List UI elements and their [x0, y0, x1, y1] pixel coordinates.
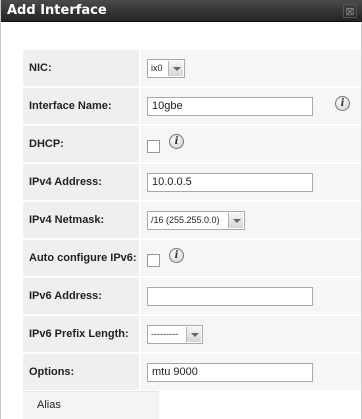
info-icon[interactable]: i	[169, 248, 184, 263]
ipv4-netmask-label: IPv4 Netmask:	[23, 202, 139, 238]
ipv4-address-label: IPv4 Address:	[23, 164, 139, 200]
options-input[interactable]: mtu 9000	[147, 363, 313, 382]
interface-name-label: Interface Name:	[23, 88, 139, 124]
row-ipv6-prefix: IPv6 Prefix Length: ---------	[23, 316, 361, 352]
dhcp-label: DHCP:	[23, 126, 139, 162]
ipv4-netmask-select[interactable]: /16 (255.255.0.0)	[147, 211, 245, 230]
tab-alias[interactable]: Alias	[23, 391, 159, 419]
ipv6-prefix-value-cell: ---------	[141, 316, 361, 352]
row-auto-ipv6: Auto configure IPv6: i	[23, 240, 361, 276]
info-icon[interactable]: i	[169, 134, 184, 149]
add-interface-dialog: Add Interface ⊠ NIC: ix0 Interface Name:…	[0, 0, 362, 419]
chevron-down-icon	[168, 61, 183, 76]
row-options: Options: mtu 9000	[23, 354, 361, 390]
nic-value-cell: ix0	[141, 50, 361, 86]
interface-name-value-cell: 10gbe	[141, 88, 361, 124]
dialog-title: Add Interface	[7, 3, 107, 18]
ipv6-prefix-label: IPv6 Prefix Length:	[23, 316, 139, 352]
auto-ipv6-checkbox[interactable]	[147, 254, 160, 267]
row-dhcp: DHCP: i	[23, 126, 361, 162]
ipv6-address-label: IPv6 Address:	[23, 278, 139, 314]
options-label: Options:	[23, 354, 139, 390]
options-value-cell: mtu 9000	[141, 354, 361, 390]
row-interface-name: Interface Name: 10gbe	[23, 88, 361, 124]
dialog-titlebar[interactable]: Add Interface ⊠	[1, 0, 362, 22]
row-ipv4-netmask: IPv4 Netmask: /16 (255.255.0.0)	[23, 202, 361, 238]
interface-name-input[interactable]: 10gbe	[147, 97, 313, 116]
ipv4-netmask-value-cell: /16 (255.255.0.0)	[141, 202, 361, 238]
row-ipv4-address: IPv4 Address: 10.0.0.5	[23, 164, 361, 200]
nic-select[interactable]: ix0	[147, 59, 185, 78]
ipv6-prefix-select-value: ---------	[151, 329, 178, 339]
ipv6-address-input[interactable]	[147, 287, 313, 306]
ipv4-address-value-cell: 10.0.0.5	[141, 164, 361, 200]
close-icon[interactable]: ⊠	[343, 4, 357, 18]
auto-ipv6-value-cell: i	[141, 240, 361, 276]
dhcp-value-cell: i	[141, 126, 361, 162]
info-icon[interactable]: i	[335, 96, 350, 111]
chevron-down-icon	[228, 213, 243, 228]
ipv4-netmask-select-value: /16 (255.255.0.0)	[151, 215, 220, 225]
nic-label: NIC:	[23, 50, 139, 86]
ipv6-address-value-cell	[141, 278, 361, 314]
auto-ipv6-label: Auto configure IPv6:	[23, 240, 139, 276]
row-nic: NIC: ix0	[23, 50, 361, 86]
ipv4-address-input[interactable]: 10.0.0.5	[147, 173, 313, 192]
chevron-down-icon	[186, 327, 201, 342]
nic-select-value: ix0	[151, 63, 163, 73]
ipv6-prefix-select[interactable]: ---------	[147, 325, 203, 344]
row-ipv6-address: IPv6 Address:	[23, 278, 361, 314]
dhcp-checkbox[interactable]	[147, 140, 160, 153]
